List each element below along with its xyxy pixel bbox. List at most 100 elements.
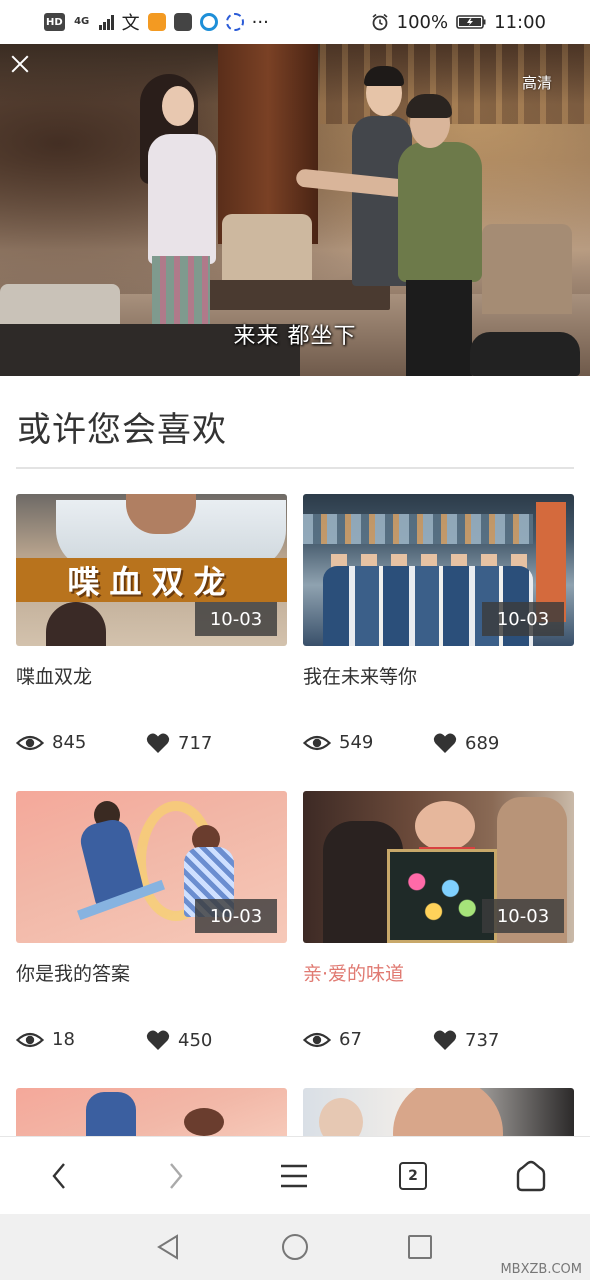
video-subtitle: 来来 都坐下 bbox=[233, 324, 357, 349]
thumb-figure bbox=[86, 1092, 136, 1136]
video-thumbnail[interactable]: 喋血双龙 10-03 bbox=[16, 494, 287, 646]
card-title[interactable]: 我在未来等你 bbox=[303, 662, 417, 689]
card-stats: 845 717 bbox=[16, 732, 287, 762]
card-stats: 67 737 bbox=[303, 1029, 574, 1059]
video-actor bbox=[148, 134, 216, 264]
status-bar: HD 4G 文 ··· 100% 11:00 bbox=[0, 0, 590, 44]
heart-icon bbox=[146, 1030, 170, 1050]
tabs-button[interactable]: 2 bbox=[378, 1137, 448, 1215]
thumb-figure bbox=[46, 602, 106, 646]
system-home-button[interactable] bbox=[265, 1214, 325, 1280]
view-count-value: 67 bbox=[339, 1029, 362, 1050]
chevron-left-icon bbox=[52, 1163, 65, 1189]
triangle-back-icon bbox=[157, 1234, 178, 1260]
chevron-right-icon bbox=[170, 1163, 183, 1189]
heart-icon bbox=[146, 733, 170, 753]
like-count-value: 450 bbox=[178, 1029, 213, 1051]
divider bbox=[16, 467, 574, 469]
thumb-figure-head bbox=[319, 1098, 363, 1136]
eye-icon bbox=[303, 735, 331, 750]
thumb-figure-head bbox=[393, 1088, 503, 1136]
input-method-icon: 文 bbox=[121, 13, 140, 34]
date-badge: 10-03 bbox=[482, 899, 564, 933]
like-count: 717 bbox=[146, 732, 212, 754]
battery-icon bbox=[456, 15, 486, 29]
more-notifications: ··· bbox=[251, 11, 269, 33]
like-count-value: 737 bbox=[465, 1029, 500, 1051]
tab-count: 2 bbox=[399, 1162, 427, 1190]
eye-icon bbox=[16, 735, 44, 750]
view-count: 845 bbox=[16, 732, 86, 753]
view-count: 67 bbox=[303, 1029, 362, 1050]
home-icon bbox=[516, 1160, 546, 1192]
view-count-value: 845 bbox=[52, 732, 87, 753]
video-card[interactable]: 喋血双龙 10-03 喋血双龙 845 717 bbox=[16, 494, 287, 764]
status-right-icons: 100% 11:00 bbox=[371, 12, 546, 33]
card-stats: 549 689 bbox=[303, 732, 574, 762]
video-card[interactable]: 10-03 我在未来等你 549 689 bbox=[303, 494, 574, 764]
quality-button[interactable]: 高清 bbox=[522, 72, 552, 93]
thumb-shelf bbox=[303, 514, 533, 544]
video-thumbnail[interactable] bbox=[16, 1088, 287, 1136]
date-badge: 10-03 bbox=[195, 602, 277, 636]
watermark: MBXZB.COM bbox=[500, 1262, 582, 1277]
view-count: 18 bbox=[16, 1029, 75, 1050]
date-badge: 10-03 bbox=[195, 899, 277, 933]
eye-icon bbox=[16, 1032, 44, 1047]
card-title[interactable]: 亲·爱的味道 bbox=[303, 959, 404, 986]
video-actor-face bbox=[162, 86, 194, 126]
signal-icon bbox=[98, 14, 114, 30]
home-button[interactable] bbox=[496, 1137, 566, 1215]
alarm-icon bbox=[372, 13, 388, 31]
system-back-button[interactable] bbox=[138, 1214, 198, 1280]
eye-icon bbox=[303, 1032, 331, 1047]
heart-icon bbox=[433, 733, 457, 753]
video-app-icon bbox=[147, 13, 166, 31]
video-card[interactable]: 10-03 你是我的答案 18 450 bbox=[16, 791, 287, 1061]
view-count-value: 18 bbox=[52, 1029, 75, 1050]
close-icon[interactable] bbox=[6, 50, 34, 78]
thumbnail-title-art: 喋血双龙 bbox=[16, 558, 287, 602]
section-title: 或许您会喜欢 bbox=[17, 410, 227, 450]
forward-button[interactable] bbox=[141, 1137, 211, 1215]
browser-app-icon bbox=[199, 13, 218, 31]
menu-button[interactable] bbox=[259, 1137, 329, 1215]
like-count-value: 689 bbox=[465, 732, 500, 754]
video-actor-hair bbox=[406, 94, 452, 118]
video-thumbnail[interactable]: 10-03 bbox=[303, 791, 574, 943]
view-count-value: 549 bbox=[339, 732, 374, 753]
network-type-label: 4G bbox=[74, 16, 90, 27]
like-count: 737 bbox=[433, 1029, 499, 1051]
view-count: 549 bbox=[303, 732, 373, 753]
video-actor bbox=[398, 142, 482, 282]
card-title[interactable]: 喋血双龙 bbox=[16, 662, 92, 689]
thumb-figure-head bbox=[415, 801, 475, 851]
browser-toolbar: 2 bbox=[0, 1136, 590, 1214]
square-recents-icon bbox=[408, 1235, 432, 1259]
card-stats: 18 450 bbox=[16, 1029, 287, 1059]
battery-percent: 100% bbox=[396, 11, 449, 33]
back-button[interactable] bbox=[24, 1137, 94, 1215]
app-icon bbox=[173, 13, 192, 31]
circle-home-icon bbox=[282, 1234, 308, 1260]
video-card[interactable]: 10-03 亲·爱的味道 67 737 bbox=[303, 791, 574, 1061]
date-badge: 10-03 bbox=[482, 602, 564, 636]
video-actor-hair bbox=[364, 66, 404, 86]
menu-icon bbox=[281, 1164, 307, 1188]
clock: 11:00 bbox=[494, 11, 546, 33]
card-title[interactable]: 你是我的答案 bbox=[16, 959, 130, 986]
thumb-board bbox=[387, 849, 497, 943]
video-thumbnail[interactable]: 10-03 bbox=[16, 791, 287, 943]
thumb-figure-head bbox=[184, 1108, 224, 1136]
like-count: 689 bbox=[433, 732, 499, 754]
system-recents-button[interactable] bbox=[390, 1214, 450, 1280]
video-thumbnail[interactable]: 10-03 bbox=[303, 494, 574, 646]
video-thumbnail[interactable] bbox=[303, 1088, 574, 1136]
heart-icon bbox=[433, 1030, 457, 1050]
video-player[interactable]: 来来 都坐下 高清 bbox=[0, 44, 590, 376]
status-left-icons: HD 4G 文 ··· bbox=[44, 9, 269, 35]
like-count: 450 bbox=[146, 1029, 212, 1051]
hd-icon: HD bbox=[44, 13, 65, 31]
baidu-app-icon bbox=[225, 13, 244, 31]
video-scene-chair bbox=[482, 224, 572, 314]
